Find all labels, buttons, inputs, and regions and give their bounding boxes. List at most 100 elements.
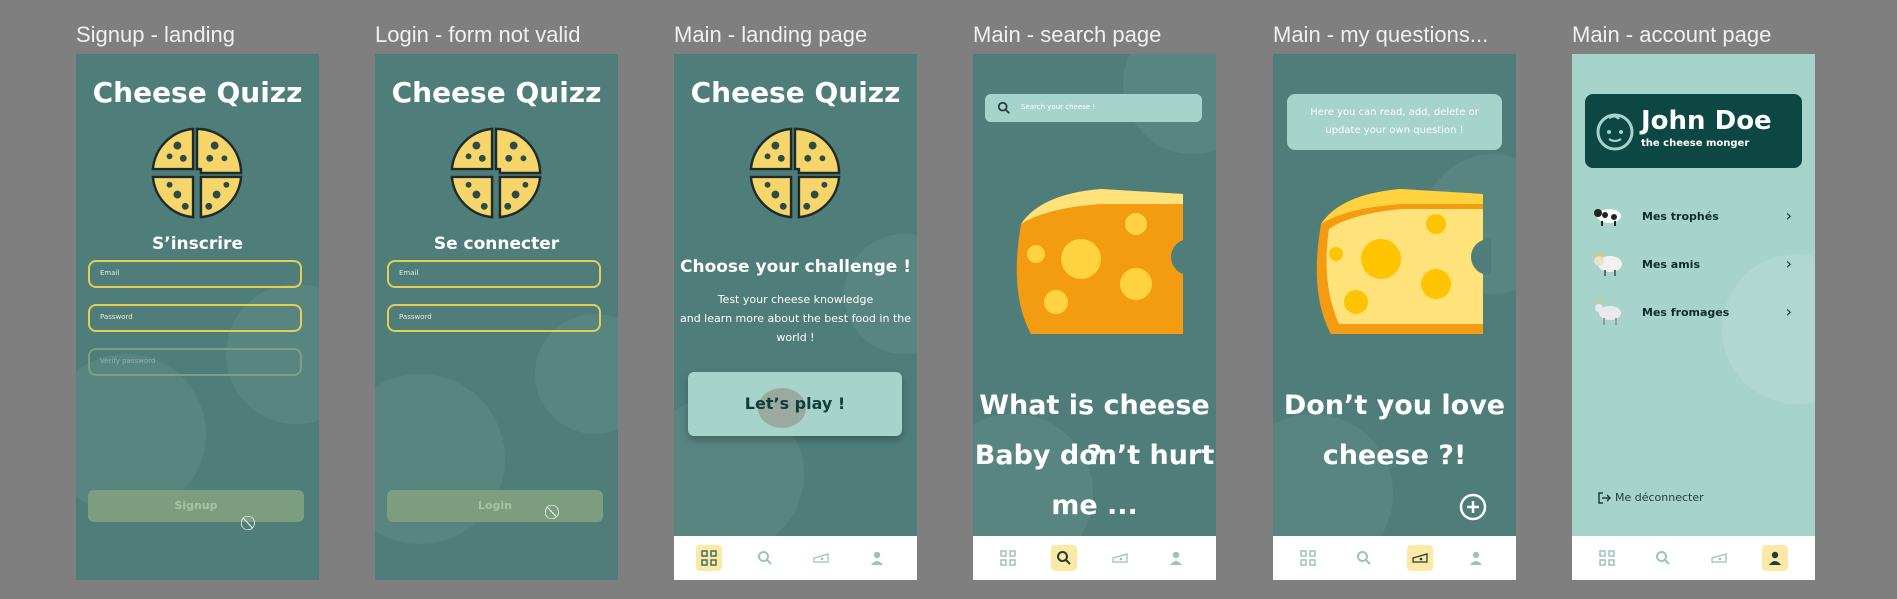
menu-item-friends[interactable]: Mes amis ›: [1592, 252, 1802, 276]
frame-title-questions: Main - my questions...: [1273, 22, 1489, 47]
grid-icon: [1599, 550, 1615, 566]
frame-title-search: Main - search page: [973, 22, 1162, 47]
lets-play-button[interactable]: Let’s play !: [688, 372, 902, 436]
plus-circle-icon[interactable]: [1459, 493, 1487, 521]
nav-search[interactable]: [1650, 545, 1676, 571]
search-icon: [758, 551, 772, 565]
challenge-heading: Choose your challenge !: [680, 257, 911, 277]
nav-account[interactable]: [1762, 545, 1788, 571]
verify-password-field[interactable]: Verify password: [88, 348, 302, 376]
lets-play-label: Let’s play !: [744, 394, 846, 413]
cheese-icon: [1412, 553, 1428, 563]
nav-home[interactable]: [696, 545, 722, 571]
signup-button[interactable]: Signup: [88, 490, 304, 522]
login-button[interactable]: Login: [387, 490, 603, 522]
menu-item-cheeses[interactable]: Mes fromages ›: [1592, 300, 1802, 325]
goat-icon: [1595, 300, 1621, 325]
password-field[interactable]: Password: [88, 304, 302, 332]
logout-label: Me déconnecter: [1615, 491, 1704, 504]
login-heading: Se connecter: [433, 234, 560, 254]
user-icon: [1769, 551, 1781, 565]
nav-search[interactable]: [1351, 545, 1377, 571]
cheese-wheel-logo-icon: [151, 127, 243, 219]
description-line: world !: [776, 331, 815, 344]
grid-icon: [1300, 550, 1316, 566]
bottom-navbar: [973, 536, 1216, 580]
nav-search[interactable]: [752, 545, 778, 571]
nav-home[interactable]: [1594, 545, 1620, 571]
password-field[interactable]: Password: [387, 304, 601, 332]
bg-decoration: [1722, 254, 1815, 404]
cow-icon: [1594, 209, 1621, 226]
search-icon: [1357, 551, 1371, 565]
account-screen: John Doe the cheese monger Mes trophés ›…: [1572, 54, 1815, 580]
profile-name: John Doe: [1641, 106, 1772, 136]
nav-search[interactable]: [1051, 545, 1077, 571]
questions-info-box: Here you can read, add, delete or update…: [1287, 94, 1502, 150]
frame-title-signup: Signup - landing: [76, 22, 236, 47]
nav-cheese[interactable]: [1706, 545, 1732, 571]
search-icon: [1656, 551, 1670, 565]
baby-face-icon: [1596, 113, 1634, 151]
description-line: Test your cheese knowledge: [717, 293, 874, 306]
signup-heading: S’inscrire: [152, 234, 243, 254]
profile-card: John Doe the cheese monger: [1585, 94, 1802, 168]
landing-description: Test your cheese knowledge and learn mor…: [674, 290, 917, 347]
cheese-icon: [1112, 553, 1128, 563]
nav-cheese[interactable]: [1407, 545, 1433, 571]
nav-cheese[interactable]: [1107, 545, 1133, 571]
cheese-wheel-logo-icon: [749, 127, 841, 219]
chevron-right-icon: ›: [1785, 254, 1792, 273]
bottom-navbar: [1572, 536, 1815, 580]
profile-subtitle: the cheese monger: [1641, 138, 1750, 149]
user-icon: [1470, 551, 1482, 565]
email-field[interactable]: Email: [88, 260, 302, 288]
search-placeholder: Search your cheese !: [1021, 103, 1096, 111]
user-icon: [1170, 551, 1182, 565]
questions-screen: Here you can read, add, delete or update…: [1273, 54, 1516, 580]
nav-account[interactable]: [1163, 545, 1189, 571]
nav-cheese[interactable]: [808, 545, 834, 571]
menu-item-label: Mes trophés: [1642, 210, 1719, 223]
cheese-illustration: [1016, 189, 1191, 334]
frame-title-login: Login - form not valid: [375, 22, 581, 47]
questions-joke-line: cheese ?!: [1322, 440, 1467, 471]
nav-account[interactable]: [1463, 545, 1489, 571]
email-field[interactable]: Email: [387, 260, 601, 288]
menu-item-trophies[interactable]: Mes trophés ›: [1592, 204, 1802, 228]
bg-decoration: [535, 314, 618, 434]
search-joke-line: Baby don’t hurt: [974, 440, 1215, 471]
grid-icon: [1000, 550, 1016, 566]
frame-title-landing: Main - landing page: [674, 22, 868, 47]
frame-title-account: Main - account page: [1572, 22, 1772, 47]
signup-screen: Cheese Quizz S’inscrire Email Password V…: [76, 54, 319, 580]
questions-joke-line: Don’t you love: [1283, 390, 1506, 421]
menu-item-label: Mes fromages: [1642, 306, 1730, 319]
nav-account[interactable]: [864, 545, 890, 571]
chevron-right-icon: ›: [1785, 302, 1792, 321]
sheep-icon: [1594, 254, 1622, 276]
cheese-illustration: [1316, 189, 1491, 334]
search-icon: [997, 101, 1010, 114]
logout-icon: [1598, 492, 1611, 504]
cheese-wheel-logo-icon: [450, 127, 542, 219]
grid-icon: [701, 550, 717, 566]
info-line: Here you can read, add, delete or: [1310, 107, 1479, 118]
search-joke-line: me ...: [1051, 490, 1138, 521]
search-icon: [1057, 551, 1071, 565]
chevron-right-icon: ›: [1785, 206, 1792, 225]
landing-screen: Cheese Quizz Choose your challenge ! Tes…: [674, 54, 917, 580]
nav-home[interactable]: [1295, 545, 1321, 571]
info-line: update your own question !: [1325, 125, 1464, 136]
menu-item-label: Mes amis: [1642, 258, 1700, 271]
login-screen: Cheese Quizz Se connecter Email Password…: [375, 54, 618, 580]
search-input[interactable]: Search your cheese !: [985, 94, 1202, 122]
bottom-navbar: [674, 536, 917, 580]
cheese-icon: [813, 553, 829, 563]
description-line: and learn more about the best food in th…: [679, 312, 911, 325]
nav-home[interactable]: [995, 545, 1021, 571]
app-title: Cheese Quizz: [391, 76, 602, 109]
bottom-navbar: [1273, 536, 1516, 580]
cheese-icon: [1711, 553, 1727, 563]
app-title: Cheese Quizz: [92, 76, 303, 109]
